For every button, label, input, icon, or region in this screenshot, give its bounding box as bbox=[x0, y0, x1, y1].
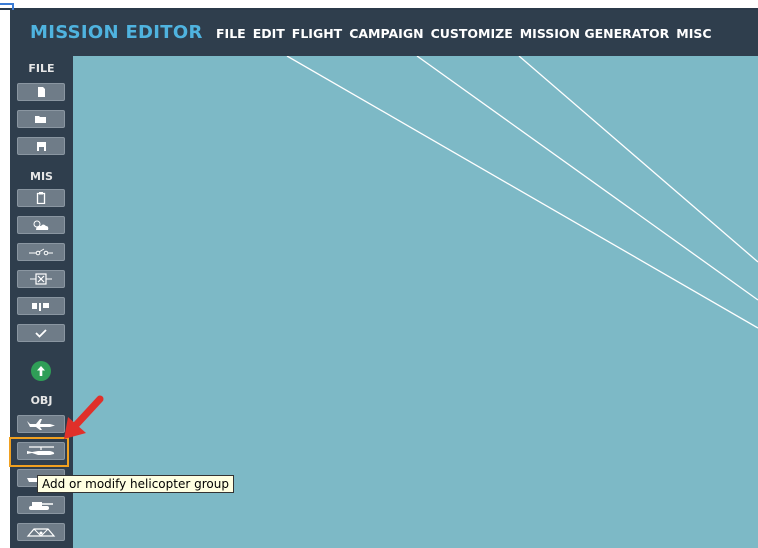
weather-icon bbox=[33, 220, 49, 230]
tooltip: Add or modify helicopter group bbox=[37, 475, 234, 493]
open-folder-icon bbox=[35, 116, 46, 123]
add-airplane-group-button[interactable] bbox=[17, 415, 65, 433]
menu-campaign[interactable]: CAMPAIGN bbox=[349, 26, 423, 41]
target-button[interactable] bbox=[17, 270, 65, 288]
check-mission-button[interactable] bbox=[17, 324, 65, 342]
check-icon bbox=[35, 329, 47, 338]
red-arrow-icon bbox=[64, 395, 104, 439]
briefing-icon bbox=[36, 192, 46, 204]
menu-bar: MISSION EDITOR FILE EDIT FLIGHT CAMPAIGN… bbox=[10, 10, 758, 56]
static-icon bbox=[26, 528, 56, 537]
save-icon bbox=[36, 141, 46, 151]
new-file-button[interactable] bbox=[17, 83, 65, 101]
menu-flight[interactable]: FLIGHT bbox=[292, 26, 342, 41]
waypoints-icon bbox=[32, 303, 49, 311]
menu-customize[interactable]: CUSTOMIZE bbox=[431, 26, 513, 41]
add-ground-group-button[interactable] bbox=[17, 496, 65, 514]
menu-items: FILE EDIT FLIGHT CAMPAIGN CUSTOMIZE MISS… bbox=[216, 26, 719, 41]
app-title: MISSION EDITOR bbox=[30, 22, 203, 43]
fly-mission-icon bbox=[37, 366, 45, 376]
add-static-object-button[interactable] bbox=[17, 523, 65, 541]
route-line bbox=[286, 56, 758, 329]
mission-editor-window: MISSION EDITOR FILE EDIT FLIGHT CAMPAIGN… bbox=[0, 0, 758, 548]
trigger-icon bbox=[29, 248, 53, 256]
fly-mission-button[interactable] bbox=[31, 361, 51, 381]
route-line bbox=[518, 56, 758, 263]
save-button[interactable] bbox=[17, 137, 65, 155]
menu-edit[interactable]: EDIT bbox=[253, 26, 285, 41]
weather-button[interactable] bbox=[17, 216, 65, 234]
ground-unit-icon bbox=[29, 502, 53, 510]
menu-misc[interactable]: MISC bbox=[676, 26, 711, 41]
menu-file[interactable]: FILE bbox=[216, 26, 246, 41]
target-icon bbox=[30, 273, 52, 285]
briefing-button[interactable] bbox=[17, 189, 65, 207]
airplane-icon bbox=[27, 419, 55, 430]
menu-mission-generator[interactable]: MISSION GENERATOR bbox=[520, 26, 670, 41]
open-file-button[interactable] bbox=[17, 110, 65, 128]
triggers-button[interactable] bbox=[17, 243, 65, 261]
route-line bbox=[416, 56, 758, 301]
waypoints-button[interactable] bbox=[17, 297, 65, 315]
section-label-file: FILE bbox=[28, 62, 55, 75]
section-label-mis: MIS bbox=[30, 170, 53, 183]
new-file-icon bbox=[38, 87, 45, 97]
